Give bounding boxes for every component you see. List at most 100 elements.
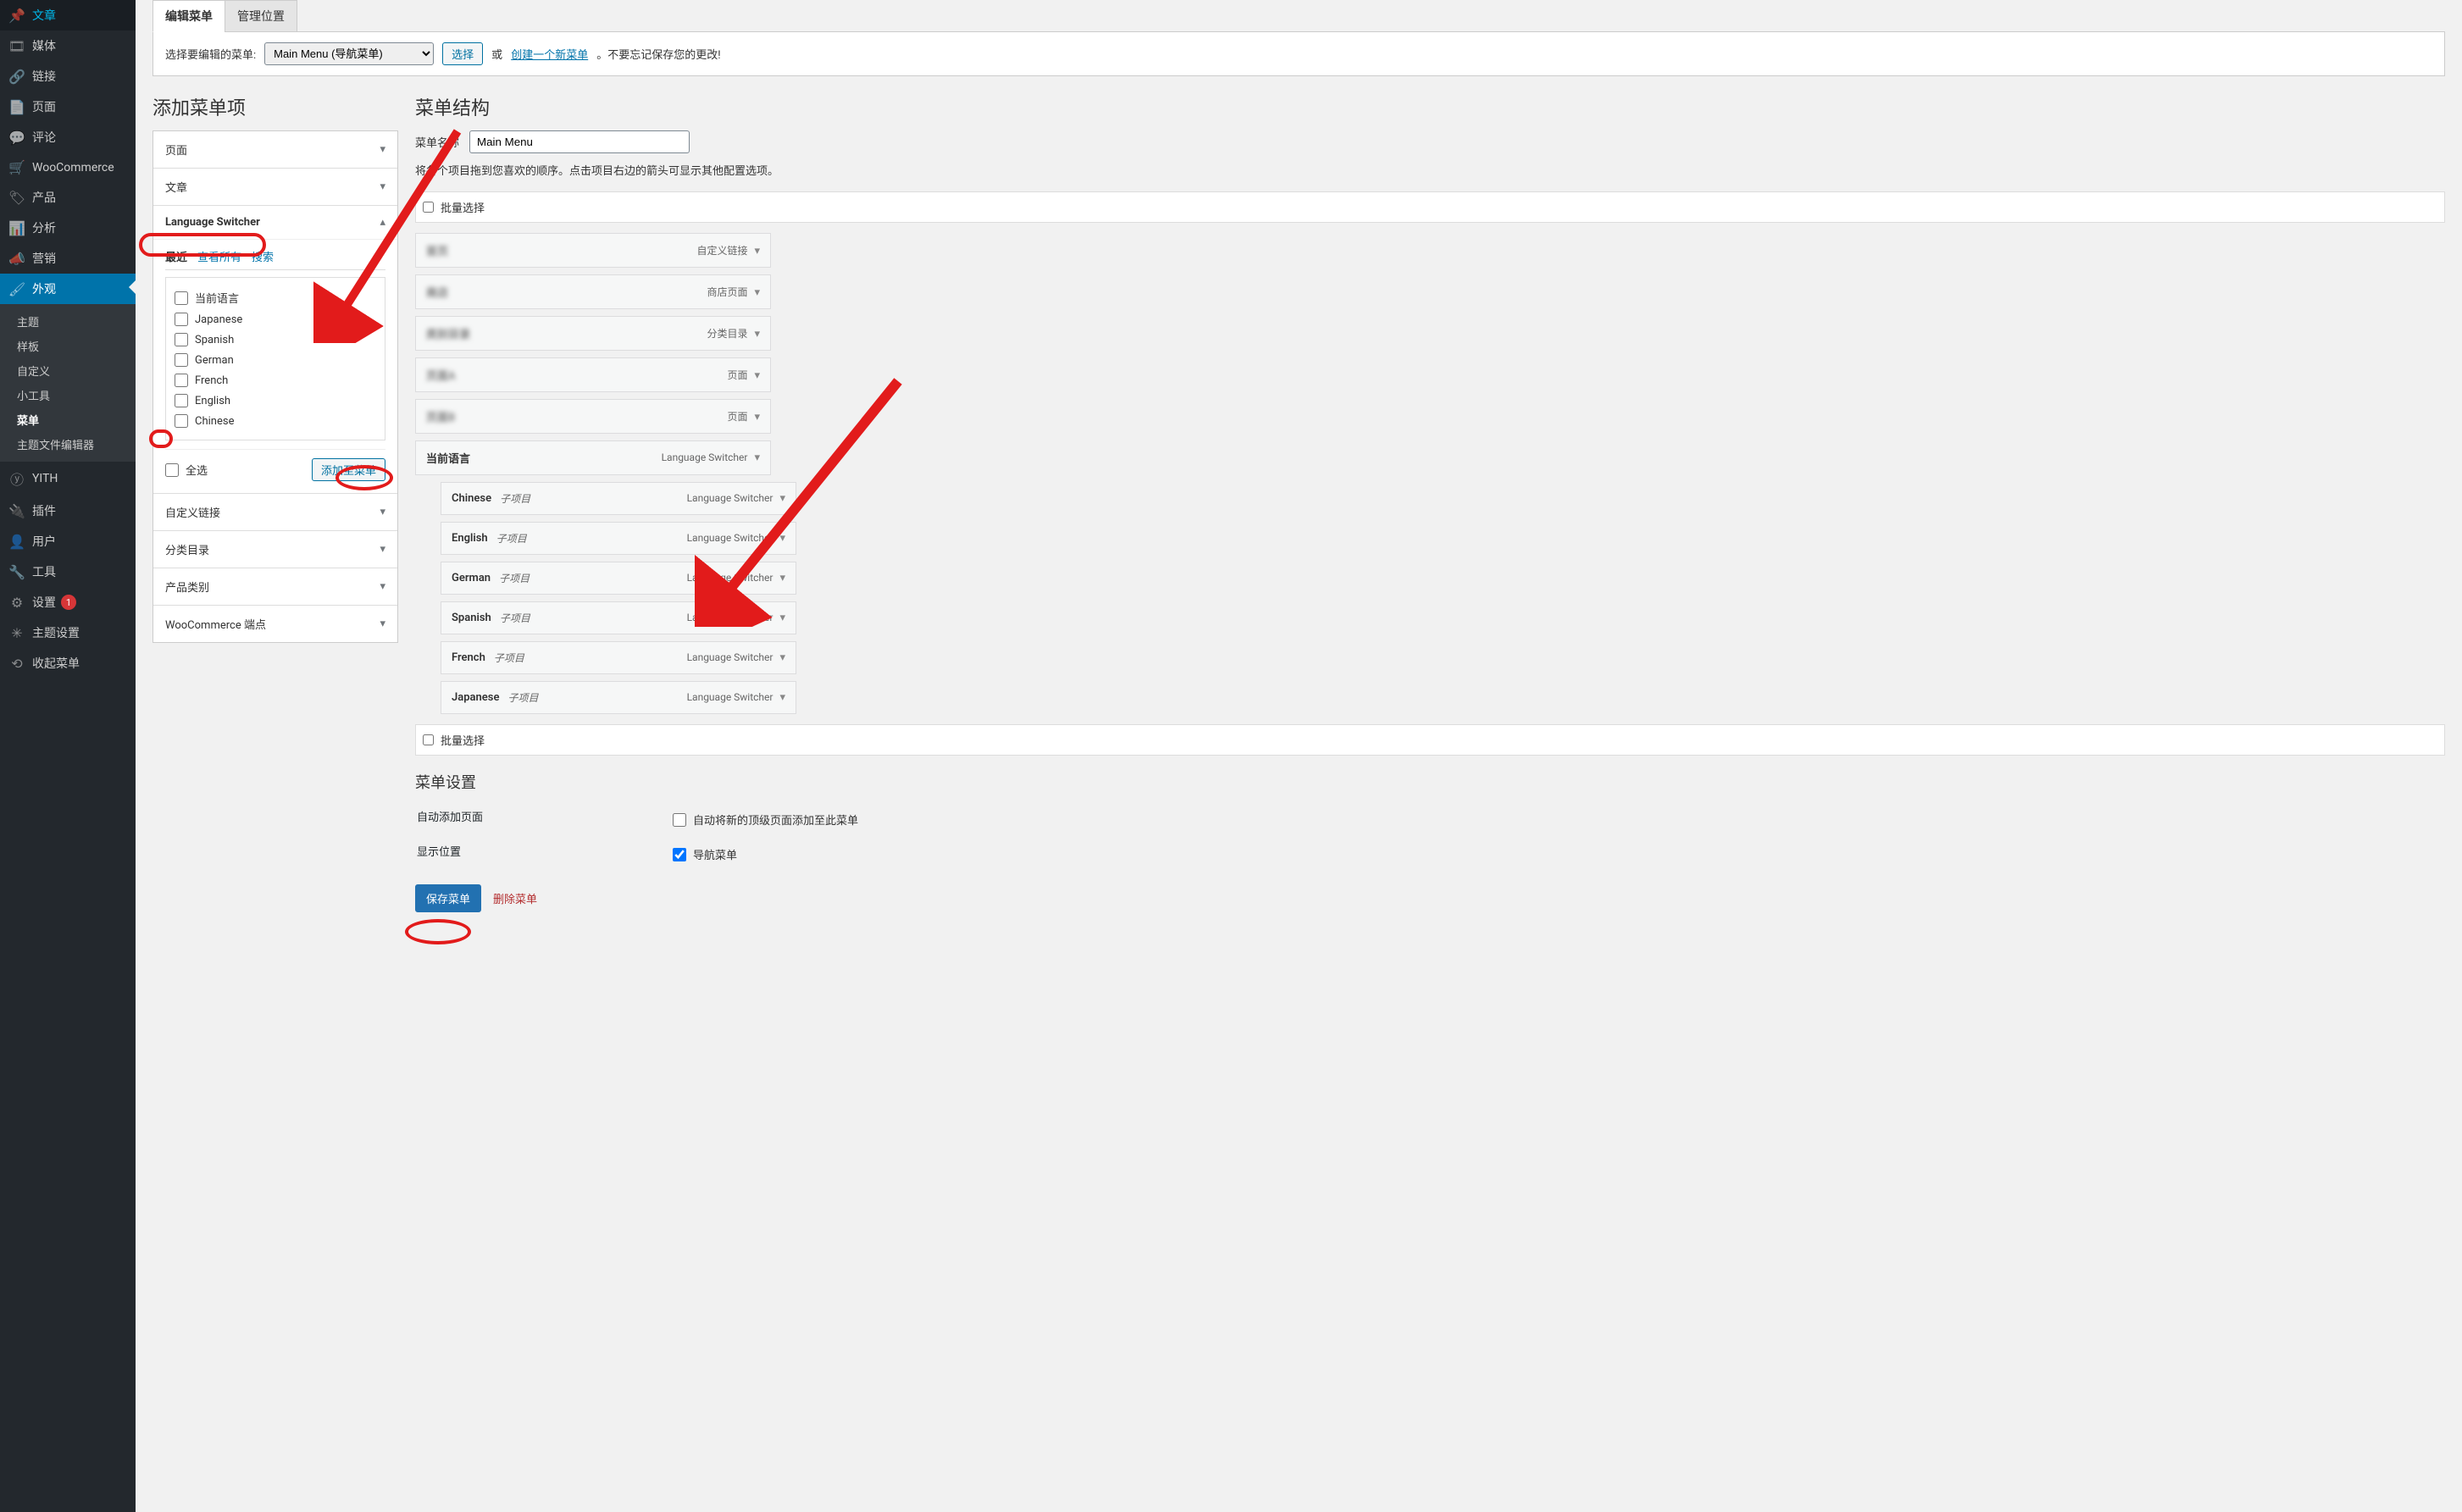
bulk-select-top-checkbox[interactable] bbox=[423, 202, 434, 213]
display-location-checkbox[interactable]: 导航菜单 bbox=[673, 843, 858, 866]
sidebar-subitem[interactable]: 主题 bbox=[10, 309, 136, 334]
sidebar-item[interactable]: ⓨYITH bbox=[0, 462, 136, 496]
menu-name-input[interactable] bbox=[469, 130, 690, 153]
menu-structure-heading: 菜单结构 bbox=[415, 93, 2445, 120]
sidebar-item-label: 评论 bbox=[32, 129, 56, 146]
chevron-down-icon[interactable]: ▾ bbox=[754, 328, 760, 341]
chevron-up-icon: ▴ bbox=[380, 216, 385, 229]
chevron-down-icon[interactable]: ▾ bbox=[779, 651, 785, 664]
lang-item-checkbox[interactable]: Chinese bbox=[175, 411, 376, 431]
tab-edit-menus[interactable]: 编辑菜单 bbox=[152, 0, 225, 32]
lang-item-checkbox[interactable]: Japanese bbox=[175, 309, 376, 330]
acc-woocommerce[interactable]: WooCommerce 端点▾ bbox=[153, 606, 397, 642]
chevron-down-icon[interactable]: ▾ bbox=[754, 286, 760, 299]
chevron-down-icon[interactable]: ▾ bbox=[779, 612, 785, 624]
acc-product-cat[interactable]: 产品类别▾ bbox=[153, 568, 397, 605]
chevron-down-icon[interactable]: ▾ bbox=[779, 572, 785, 584]
menu-structure-item[interactable]: 当前语言Language Switcher▾ bbox=[415, 440, 771, 475]
menu-icon: 💬 bbox=[8, 130, 25, 146]
sidebar-item[interactable]: ✳主题设置 bbox=[0, 618, 136, 648]
menu-icon: ⟲ bbox=[8, 656, 25, 672]
sidebar-item[interactable]: 📣营销 bbox=[0, 243, 136, 274]
sidebar-item[interactable]: 📌文章 bbox=[0, 0, 136, 30]
menu-item-title: 类别目录 bbox=[426, 325, 470, 341]
sidebar-submenu: 主题样板自定义小工具菜单主题文件编辑器 bbox=[0, 304, 136, 462]
drag-hint: 将各个项目拖到您喜欢的顺序。点击项目右边的箭头可显示其他配置选项。 bbox=[415, 162, 2445, 178]
menu-structure-item[interactable]: 页面A页面▾ bbox=[415, 357, 771, 392]
menu-structure-item[interactable]: Spanish子项目Language Switcher▾ bbox=[441, 601, 796, 634]
menu-item-title: Spanish bbox=[452, 612, 491, 624]
sidebar-item-label: 插件 bbox=[32, 502, 56, 519]
sidebar-subitem[interactable]: 自定义 bbox=[10, 358, 136, 383]
sidebar-item[interactable]: ⚙设置1 bbox=[0, 587, 136, 618]
acc-pages[interactable]: 页面▾ bbox=[153, 131, 397, 168]
sidebar-item-label: 收起菜单 bbox=[32, 655, 80, 672]
sidebar-item[interactable]: 🏷产品 bbox=[0, 182, 136, 213]
menu-structure-item[interactable]: 商店商店页面▾ bbox=[415, 274, 771, 309]
menu-icon: 📌 bbox=[8, 8, 25, 24]
sidebar-item[interactable]: 🔗链接 bbox=[0, 61, 136, 91]
sidebar-item-label: 媒体 bbox=[32, 37, 56, 54]
chevron-down-icon[interactable]: ▾ bbox=[754, 411, 760, 424]
sidebar-item[interactable]: 🎞媒体 bbox=[0, 30, 136, 61]
chevron-down-icon[interactable]: ▾ bbox=[779, 532, 785, 545]
lang-item-checkbox[interactable]: French bbox=[175, 370, 376, 390]
add-to-menu-button[interactable]: 添加至菜单 bbox=[312, 458, 385, 481]
menu-icon: 👤 bbox=[8, 534, 25, 550]
sidebar-item[interactable]: 🛒WooCommerce bbox=[0, 152, 136, 182]
lang-item-checkbox[interactable]: English bbox=[175, 390, 376, 411]
chevron-down-icon[interactable]: ▾ bbox=[754, 451, 760, 464]
acc-categories[interactable]: 分类目录▾ bbox=[153, 531, 397, 568]
delete-menu-link[interactable]: 删除菜单 bbox=[493, 890, 537, 906]
bulk-select-bottom-checkbox[interactable] bbox=[423, 734, 434, 745]
sidebar-item-appearance[interactable]: 🖌 外观 bbox=[0, 274, 136, 304]
menu-item-title: 商店 bbox=[426, 284, 448, 300]
acc-custom-links[interactable]: 自定义链接▾ bbox=[153, 494, 397, 530]
sidebar-subitem[interactable]: 菜单 bbox=[10, 407, 136, 432]
sidebar-subitem[interactable]: 样板 bbox=[10, 334, 136, 358]
tab-manage-locations[interactable]: 管理位置 bbox=[225, 0, 297, 32]
menu-item-type: 页面 bbox=[727, 369, 747, 381]
menu-structure-item[interactable]: 首页自定义链接▾ bbox=[415, 233, 771, 268]
save-menu-button[interactable]: 保存菜单 bbox=[415, 884, 481, 912]
auto-add-checkbox[interactable]: 自动将新的顶级页面添加至此菜单 bbox=[673, 808, 858, 831]
acc-language-switcher[interactable]: Language Switcher▴ bbox=[153, 206, 397, 239]
menu-structure-item[interactable]: Chinese子项目Language Switcher▾ bbox=[441, 482, 796, 515]
sidebar-item-label: 页面 bbox=[32, 98, 56, 115]
chevron-down-icon[interactable]: ▾ bbox=[779, 492, 785, 505]
chevron-down-icon[interactable]: ▾ bbox=[754, 245, 760, 258]
menu-item-type: Language Switcher bbox=[687, 651, 774, 663]
sidebar-item[interactable]: 🔧工具 bbox=[0, 557, 136, 587]
menu-structure-item[interactable]: English子项目Language Switcher▾ bbox=[441, 522, 796, 555]
lang-item-checkbox[interactable]: 当前语言 bbox=[175, 286, 376, 309]
lang-tab-search[interactable]: 搜索 bbox=[252, 248, 274, 264]
sidebar-item-label: 产品 bbox=[32, 189, 56, 206]
menu-structure-item[interactable]: Japanese子项目Language Switcher▾ bbox=[441, 681, 796, 714]
choose-button[interactable]: 选择 bbox=[442, 42, 483, 65]
menu-item-type: Language Switcher bbox=[662, 451, 748, 463]
select-all-checkbox[interactable]: 全选 bbox=[165, 458, 208, 481]
menu-structure-item[interactable]: 类别目录分类目录▾ bbox=[415, 316, 771, 351]
menu-select[interactable]: Main Menu (导航菜单) bbox=[264, 42, 434, 65]
create-menu-link[interactable]: 创建一个新菜单 bbox=[511, 46, 588, 62]
sidebar-item[interactable]: ⟲ 收起菜单 bbox=[0, 648, 136, 678]
menu-structure-item[interactable]: German子项目Language Switcher▾ bbox=[441, 562, 796, 595]
sidebar-item[interactable]: 📊分析 bbox=[0, 213, 136, 243]
menu-icon: 🔗 bbox=[8, 69, 25, 85]
acc-posts[interactable]: 文章▾ bbox=[153, 169, 397, 205]
sidebar-subitem[interactable]: 主题文件编辑器 bbox=[10, 432, 136, 457]
menu-structure-item[interactable]: French子项目Language Switcher▾ bbox=[441, 641, 796, 674]
lang-tab-all[interactable]: 查看所有 bbox=[197, 248, 241, 264]
sidebar-item[interactable]: 📄页面 bbox=[0, 91, 136, 122]
sidebar-item[interactable]: 🔌插件 bbox=[0, 496, 136, 526]
chevron-down-icon[interactable]: ▾ bbox=[779, 691, 785, 704]
sidebar-item[interactable]: 💬 评论 bbox=[0, 122, 136, 152]
menu-structure-item[interactable]: 页面B页面▾ bbox=[415, 399, 771, 434]
menu-item-type: 自定义链接 bbox=[696, 245, 747, 257]
sidebar-item[interactable]: 👤用户 bbox=[0, 526, 136, 557]
lang-item-checkbox[interactable]: German bbox=[175, 350, 376, 370]
lang-tab-recent[interactable]: 最近 bbox=[165, 248, 187, 264]
chevron-down-icon[interactable]: ▾ bbox=[754, 369, 760, 382]
sidebar-subitem[interactable]: 小工具 bbox=[10, 383, 136, 407]
lang-item-checkbox[interactable]: Spanish bbox=[175, 330, 376, 350]
